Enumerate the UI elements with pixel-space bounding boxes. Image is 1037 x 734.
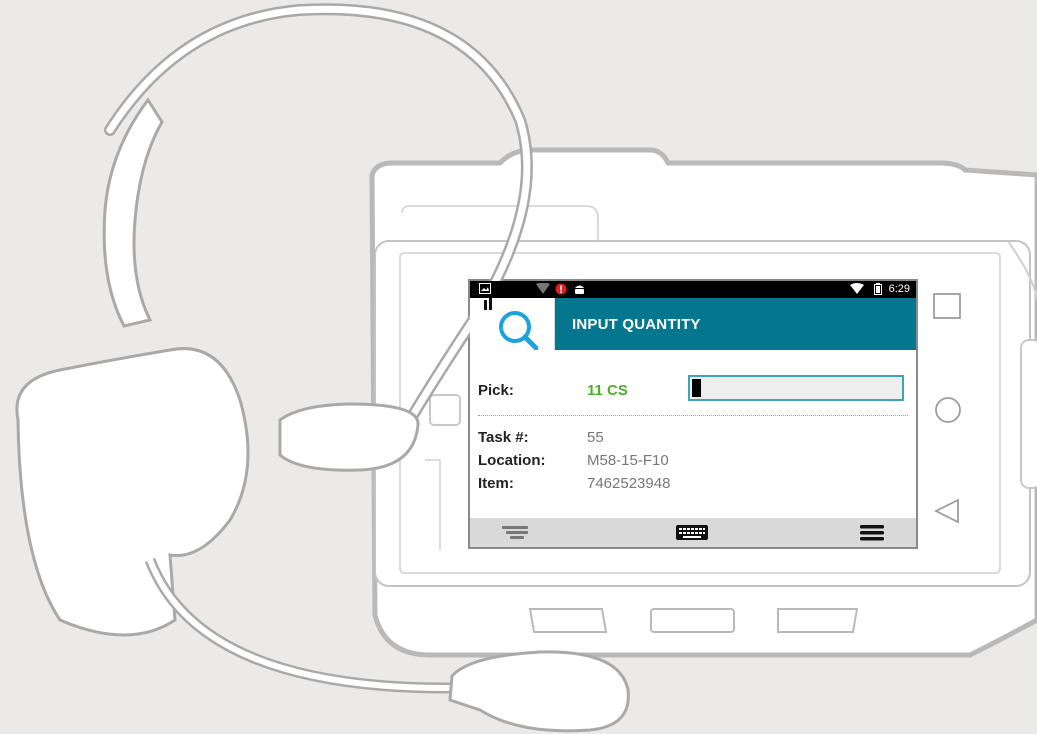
item-value: 7462523948 bbox=[587, 475, 671, 492]
pick-label: Pick: bbox=[478, 382, 514, 399]
search-icon bbox=[484, 298, 539, 351]
android-icon bbox=[575, 285, 584, 294]
wifi-icon bbox=[850, 283, 864, 294]
app-bar: INPUT QUANTITY bbox=[470, 298, 916, 351]
task-label: Task #: bbox=[478, 429, 529, 446]
pick-value: 11 CS bbox=[587, 382, 628, 399]
bottom-toolbar bbox=[470, 518, 916, 547]
location-value: M58-15-F10 bbox=[587, 452, 669, 469]
device-screen: 6:29 INPUT QUANTITY Pick: 11 CS Task #: … bbox=[470, 281, 916, 547]
hw-button-center bbox=[650, 608, 735, 633]
list-icon bbox=[502, 526, 528, 539]
item-label: Item: bbox=[478, 475, 514, 492]
alert-icon bbox=[555, 283, 567, 295]
status-time: 6:29 bbox=[888, 283, 910, 295]
location-label: Location: bbox=[478, 452, 546, 469]
keyboard-button[interactable] bbox=[662, 518, 722, 547]
hw-button-right bbox=[777, 608, 859, 633]
pick-row: Pick: 11 CS bbox=[470, 367, 916, 407]
task-value: 55 bbox=[587, 429, 604, 446]
status-bar: 6:29 bbox=[470, 281, 916, 298]
divider bbox=[478, 415, 908, 416]
menu-button[interactable] bbox=[848, 518, 908, 547]
signal-icon bbox=[536, 283, 550, 294]
text-cursor bbox=[692, 379, 701, 397]
page-title: INPUT QUANTITY bbox=[572, 316, 701, 333]
quantity-input[interactable] bbox=[688, 375, 904, 401]
keyboard-icon bbox=[676, 525, 708, 540]
battery-icon bbox=[874, 283, 882, 295]
menu-icon bbox=[860, 525, 884, 541]
image-icon bbox=[479, 283, 491, 294]
app-logo[interactable] bbox=[470, 298, 555, 351]
hw-button-left bbox=[528, 608, 608, 633]
list-button[interactable] bbox=[486, 518, 546, 547]
